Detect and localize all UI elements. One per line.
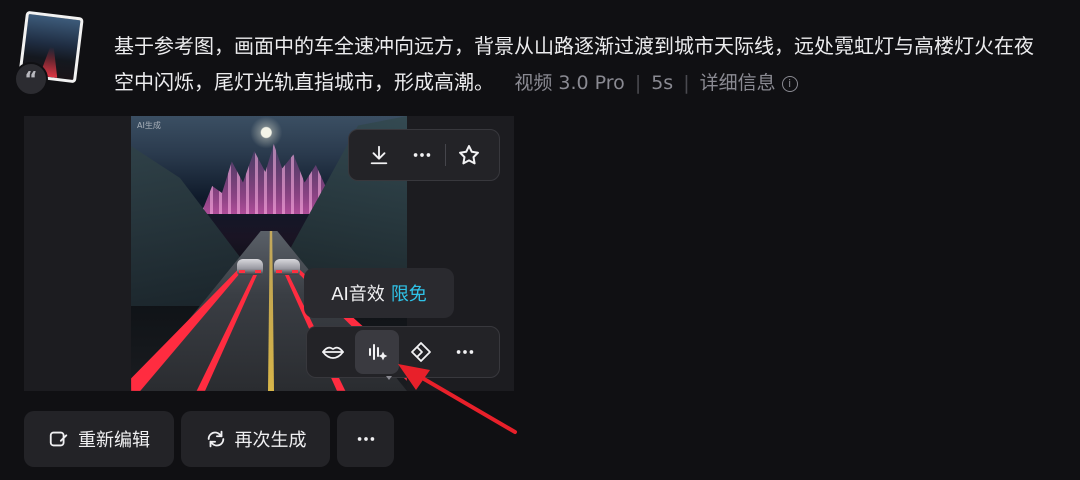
duration: 5s bbox=[651, 72, 674, 94]
download-button[interactable] bbox=[357, 133, 400, 177]
regenerate-button[interactable]: 再次生成 bbox=[181, 411, 330, 467]
model-name: 视频 3.0 Pro bbox=[514, 72, 625, 94]
refresh-icon bbox=[207, 430, 224, 448]
page: “ 基于参考图，画面中的车全速冲向远方，背景从山路逐渐过渡到城市天际线，远处霓虹… bbox=[0, 0, 1080, 480]
more-icon bbox=[357, 437, 374, 441]
quote-icon: “ bbox=[14, 62, 48, 96]
re-edit-label: 重新编辑 bbox=[78, 430, 150, 451]
download-icon bbox=[370, 145, 387, 165]
toolbar-divider bbox=[445, 144, 446, 166]
tooltip-label: AI音效 bbox=[331, 284, 385, 305]
ai-sound-tooltip: AI音效 限免 bbox=[304, 268, 454, 318]
meta-separator: | bbox=[634, 72, 642, 94]
watermark: AI生成 bbox=[137, 121, 161, 130]
free-badge: 限免 bbox=[390, 284, 427, 305]
lip-sync-icon bbox=[322, 346, 344, 359]
favorite-button[interactable] bbox=[448, 133, 491, 177]
prompt-text: 基于参考图，画面中的车全速冲向远方，背景从山路逐渐过渡到城市天际线，远处霓虹灯与… bbox=[114, 28, 1034, 101]
meta-separator: | bbox=[683, 72, 690, 94]
prompt-meta: 视频 3.0 Pro | 5s | 详细信息 i bbox=[514, 72, 798, 94]
more-actions-button[interactable] bbox=[337, 411, 394, 467]
car bbox=[274, 259, 300, 275]
ai-sound-icon bbox=[369, 344, 388, 361]
lip-sync-button[interactable] bbox=[311, 330, 355, 374]
more-icon bbox=[413, 153, 430, 157]
annotation-arrow-icon bbox=[398, 364, 517, 434]
re-edit-button[interactable]: 重新编辑 bbox=[24, 411, 174, 467]
video-toolbar-top bbox=[348, 129, 500, 181]
more-button[interactable] bbox=[400, 133, 443, 177]
car bbox=[237, 259, 263, 275]
details-link[interactable]: 详细信息 bbox=[700, 72, 776, 94]
star-icon bbox=[459, 145, 480, 165]
edit-icon bbox=[49, 431, 68, 447]
regenerate-label: 再次生成 bbox=[234, 430, 307, 451]
info-icon[interactable]: i bbox=[781, 76, 798, 92]
